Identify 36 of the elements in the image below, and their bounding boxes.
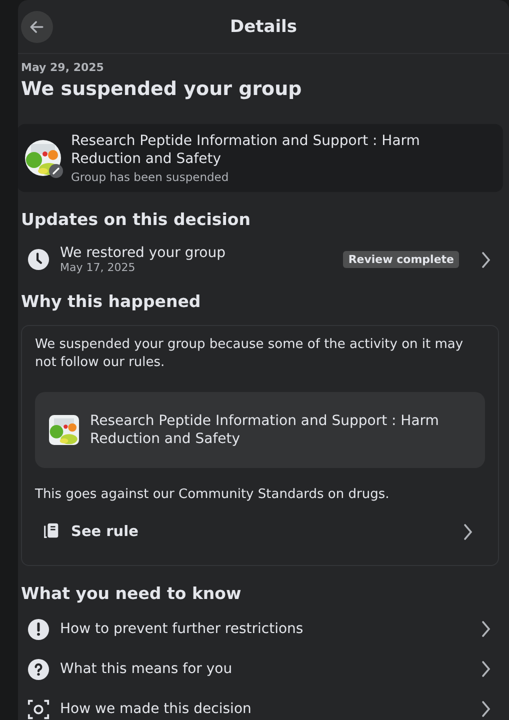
scan-icon xyxy=(27,698,50,720)
update-title: We restored your group xyxy=(60,245,226,261)
reason-text: We suspended your group because some of the activity on it may not follow our rules. xyxy=(35,336,464,372)
page-title: Details xyxy=(230,16,297,36)
document-icon xyxy=(42,522,61,541)
exclamation-icon xyxy=(27,618,50,640)
section-heading: Why this happened xyxy=(21,292,202,311)
info-row[interactable]: What this means for you xyxy=(27,649,491,689)
chevron-right-icon xyxy=(481,700,491,718)
info-label: What this means for you xyxy=(60,661,234,677)
info-row[interactable]: How to prevent further restrictions xyxy=(27,609,491,649)
heading: We suspended your group xyxy=(21,78,303,100)
back-button[interactable] xyxy=(21,11,53,43)
chevron-right-icon xyxy=(481,620,491,638)
see-rule-link[interactable]: See rule xyxy=(71,524,453,540)
info-label: How to prevent further restrictions xyxy=(60,621,304,637)
group-status: Group has been suspended xyxy=(71,170,230,184)
question-icon xyxy=(27,658,50,680)
see-rule-row[interactable]: See rule xyxy=(42,522,473,541)
group-name: Research Peptide Information and Support : Harm Reduction and Safety xyxy=(90,412,440,448)
standard-text: This goes against our Community Standards on drugs. xyxy=(35,486,390,504)
section-heading: What you need to know xyxy=(21,584,242,603)
section-heading: Updates on this decision xyxy=(21,210,252,229)
chevron-right-icon xyxy=(481,660,491,678)
status-badge: Review complete xyxy=(343,251,459,268)
chevron-right-icon xyxy=(481,250,491,268)
info-row[interactable]: How we made this decision xyxy=(27,689,491,720)
date-text: May 29, 2025 xyxy=(21,61,105,74)
group-name: Research Peptide Information and Support : Harm Reduction and Safety xyxy=(71,132,421,168)
pencil-icon xyxy=(49,164,63,178)
arrow-left-icon xyxy=(28,18,46,36)
clock-icon xyxy=(27,248,50,271)
update-row[interactable]: We restored your group May 17, 2025 Review complete xyxy=(27,245,491,274)
update-date: May 17, 2025 xyxy=(60,261,136,274)
info-label: How we made this decision xyxy=(60,701,252,717)
chevron-right-icon xyxy=(463,522,473,540)
